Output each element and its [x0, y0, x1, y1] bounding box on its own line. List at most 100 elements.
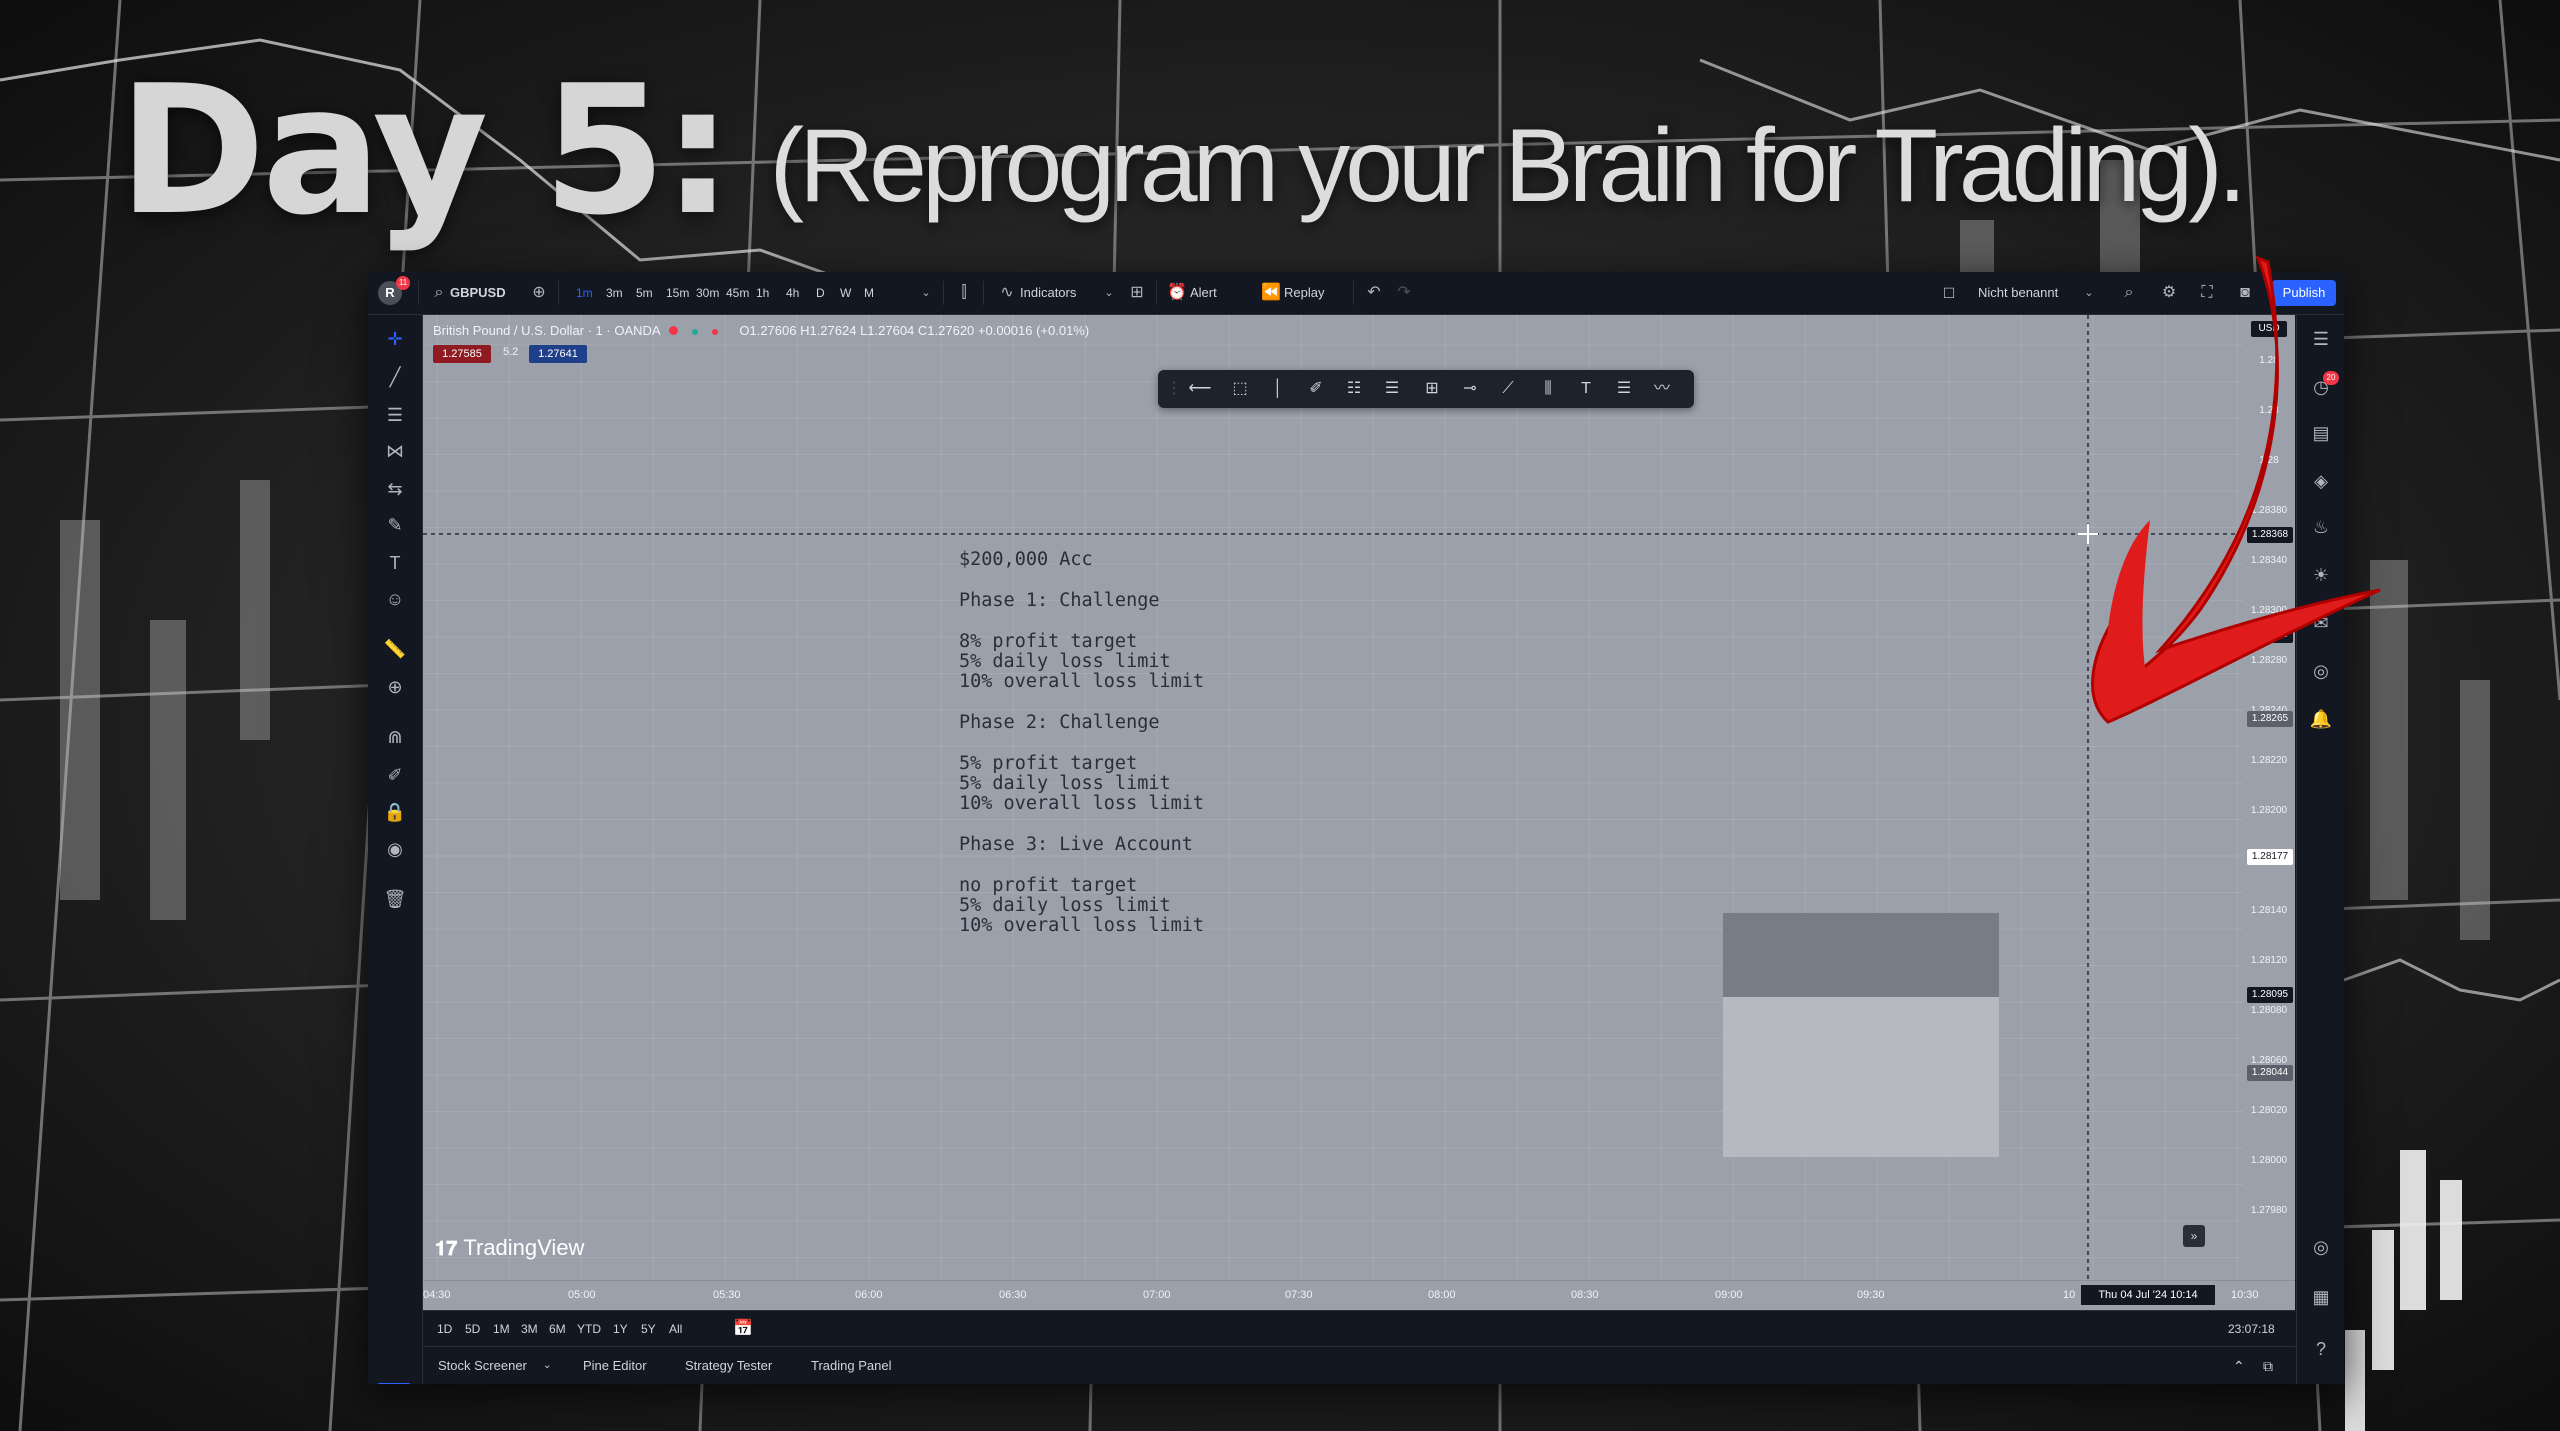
brush-icon[interactable]: ✎ — [383, 513, 407, 537]
tab-strategy-tester[interactable]: Strategy Tester — [685, 1347, 772, 1384]
scroll-to-realtime-icon[interactable]: » — [2183, 1225, 2205, 1247]
currency-badge[interactable]: USD — [2251, 321, 2287, 337]
line-tool-icon[interactable]: ⟵ — [1188, 377, 1212, 401]
timeframe-chevron-down-icon[interactable]: ⌄ — [915, 282, 937, 304]
layout-name[interactable]: Nicht benannt — [1978, 272, 2058, 314]
range-button-6m[interactable]: 6M — [549, 1311, 566, 1347]
timeframe-1h[interactable]: 1h — [756, 272, 769, 314]
channel-tool-icon[interactable]: ☷ — [1342, 377, 1366, 401]
timeframe-M[interactable]: M — [864, 272, 874, 314]
go-to-date-calendar-icon[interactable]: 📅 — [733, 1311, 753, 1347]
watchlist-icon[interactable]: ☰ — [2309, 327, 2333, 351]
symbol-search[interactable]: GBPUSD — [450, 272, 506, 314]
ideas-bulb-icon[interactable]: ☀ — [2309, 563, 2333, 587]
redo-icon[interactable]: ↷ — [1393, 282, 1415, 304]
trend-line-icon[interactable]: ╱ — [383, 365, 407, 389]
path-tool-icon[interactable]: 〰 — [1650, 377, 1674, 401]
range-button-ytd[interactable]: YTD — [577, 1311, 601, 1347]
rectangle-drawing-top[interactable] — [1723, 913, 1999, 997]
rectangle-drawing-bottom[interactable] — [1723, 997, 1999, 1157]
timeframe-4h[interactable]: 4h — [786, 272, 799, 314]
utc-clock[interactable]: 23:07:18 (UTC+2) — [2228, 1311, 2295, 1372]
pen-tool-icon[interactable]: ✐ — [1304, 377, 1328, 401]
layout-chevron-down-icon[interactable]: ⌄ — [2078, 282, 2100, 304]
range-button-1m[interactable]: 1M — [493, 1311, 510, 1347]
price-axis[interactable]: USD 1.28 1.28 1.28 1.28380 1.28340 1.28300 1.2… — [2243, 315, 2295, 1280]
sell-price-button[interactable]: 1.27585 — [433, 345, 491, 363]
undo-icon[interactable]: ↶ — [1363, 282, 1385, 304]
replay-button[interactable]: Replay — [1284, 272, 1324, 314]
text-tool-icon[interactable]: T — [1574, 377, 1598, 401]
chat-icon[interactable]: ✉ — [2309, 611, 2333, 635]
layers-icon[interactable]: ◈ — [2309, 469, 2333, 493]
alert-clock-icon[interactable]: ⏰ — [1166, 282, 1188, 304]
publish-button[interactable]: Publish — [2272, 280, 2336, 306]
zoom-in-icon[interactable]: ⊕ — [383, 675, 407, 699]
range-button-all[interactable]: All — [669, 1311, 682, 1347]
quick-search-icon[interactable]: ⌕ — [2118, 282, 2140, 304]
crosshair-icon[interactable]: ✛ — [383, 327, 407, 351]
emoji-icon[interactable]: ☺ — [383, 587, 407, 611]
timeframe-W[interactable]: W — [840, 272, 851, 314]
layout-checkbox-icon[interactable]: ☐ — [1938, 282, 1960, 304]
timeframe-30m[interactable]: 30m — [696, 272, 719, 314]
drawing-mode-icon[interactable]: ✐ — [383, 763, 407, 787]
fullscreen-icon[interactable]: ⛶ — [2196, 282, 2218, 304]
range-button-5y[interactable]: 5Y — [641, 1311, 656, 1347]
timeframe-3m[interactable]: 3m — [606, 272, 623, 314]
magnet-icon[interactable]: ⋒ — [383, 725, 407, 749]
pattern-icon[interactable]: ⋈ — [383, 439, 407, 463]
account-rules-note[interactable]: $200,000 Acc Phase 1: Challenge 8% profit … — [959, 550, 1204, 936]
buy-price-button[interactable]: 1.27641 — [529, 345, 587, 363]
time-axis[interactable]: 04:30 05:00 05:30 06:00 06:30 07:00 07:30 08:00… — [423, 1280, 2295, 1311]
timeframe-1m[interactable]: 1m — [576, 272, 593, 314]
bars-pattern-icon[interactable]: ⫼ — [1536, 377, 1560, 401]
indicators-button[interactable]: Indicators — [1020, 272, 1076, 314]
candle-style-icon[interactable]: ⫿ — [953, 282, 975, 304]
range-button-5d[interactable]: 5D — [465, 1311, 480, 1347]
ray-tool-icon[interactable]: ⟋ — [1496, 377, 1520, 401]
list-tool-icon[interactable]: ☰ — [1612, 377, 1636, 401]
forecast-icon[interactable]: ⇆ — [383, 477, 407, 501]
replay-icon[interactable]: ⏪ — [1260, 282, 1282, 304]
compare-symbol-plus-icon[interactable]: ⊕ — [528, 282, 550, 304]
tab-trading-panel[interactable]: Trading Panel — [811, 1347, 891, 1384]
fib-retracement-icon[interactable]: ☰ — [383, 403, 407, 427]
news-icon[interactable]: ▤ — [2309, 421, 2333, 445]
trash-icon[interactable]: 🗑 — [383, 887, 407, 911]
range-button-3m[interactable]: 3M — [521, 1311, 538, 1347]
search-icon[interactable]: ⌕ — [428, 282, 450, 304]
rectangle-tool-icon[interactable]: ⬚ — [1228, 377, 1252, 401]
timeframe-D[interactable]: D — [816, 272, 825, 314]
notifications-bell-icon[interactable]: 🔔 — [2309, 707, 2333, 731]
tab-stock-screener[interactable]: Stock Screener — [438, 1347, 527, 1384]
settings-gear-icon[interactable]: ⚙ — [2158, 282, 2180, 304]
streams-icon[interactable]: ◎ — [2309, 659, 2333, 683]
timeframe-45m[interactable]: 45m — [726, 272, 749, 314]
fib-tool-icon[interactable]: ☰ — [1380, 377, 1404, 401]
horizontal-line-icon[interactable]: ⊸ — [1458, 377, 1482, 401]
alert-button[interactable]: Alert — [1190, 272, 1217, 314]
timeframe-15m[interactable]: 15m — [666, 272, 689, 314]
symbol-legend[interactable]: British Pound / U.S. Dollar · 1 · OANDA … — [433, 323, 1089, 338]
maximize-panel-icon[interactable]: ⧉ — [2263, 1347, 2273, 1384]
ruler-icon[interactable]: 📏 — [383, 637, 407, 661]
collapse-chevron-up-icon[interactable]: ⌃ — [2233, 1347, 2245, 1384]
eye-icon[interactable]: ◉ — [383, 837, 407, 861]
templates-grid-icon[interactable]: ⊞ — [1126, 282, 1148, 304]
chart-pane[interactable]: British Pound / U.S. Dollar · 1 · OANDA … — [423, 315, 2295, 1280]
calendar-icon[interactable]: ▦ — [2309, 1285, 2333, 1309]
text-tool-icon[interactable]: T — [383, 551, 407, 575]
help-icon[interactable]: ? — [2309, 1337, 2333, 1361]
stock-screener-chevron-down-icon[interactable]: ⌄ — [543, 1347, 551, 1384]
vertical-line-icon[interactable]: │ — [1266, 377, 1290, 401]
indicators-icon[interactable]: ∿ — [996, 282, 1018, 304]
favorites-star-icon[interactable]: ☆ — [376, 1383, 412, 1384]
indicators-chevron-down-icon[interactable]: ⌄ — [1098, 282, 1120, 304]
table-tool-icon[interactable]: ⊞ — [1420, 377, 1444, 401]
tab-pine-editor[interactable]: Pine Editor — [583, 1347, 647, 1384]
range-button-1d[interactable]: 1D — [437, 1311, 452, 1347]
camera-icon[interactable]: ◙ — [2234, 282, 2256, 304]
lock-icon[interactable]: 🔒 — [383, 800, 407, 824]
timeframe-5m[interactable]: 5m — [636, 272, 653, 314]
